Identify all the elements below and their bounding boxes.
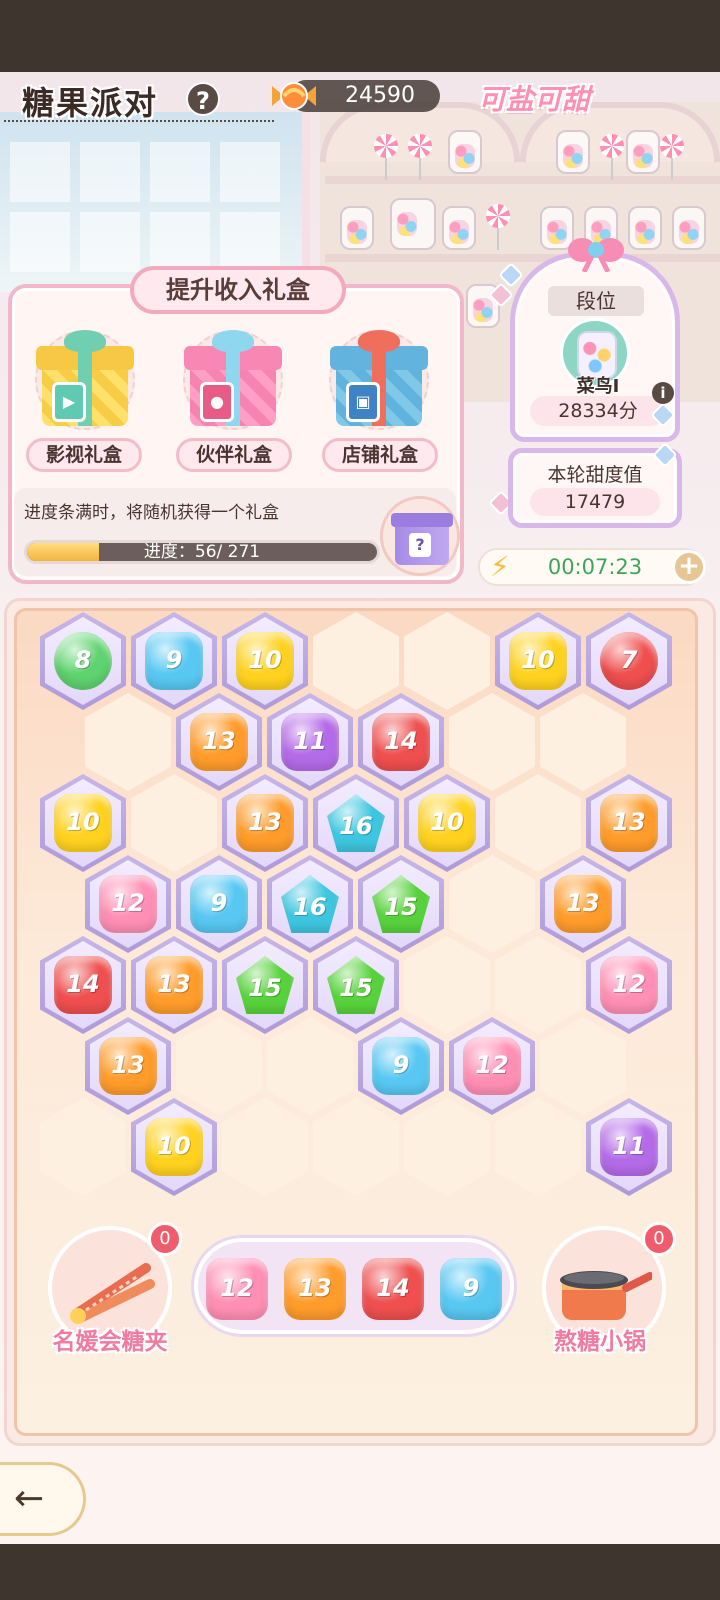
shop-window <box>0 112 310 292</box>
candy-tile[interactable]: 12 <box>463 1037 521 1095</box>
candy-tile[interactable]: 13 <box>99 1037 157 1095</box>
tray-candy[interactable]: 13 <box>284 1258 346 1320</box>
film-gift-box[interactable]: ▶ <box>30 330 140 442</box>
partner-gift-label: 伙伴礼盒 <box>176 438 292 472</box>
candy-currency-value: 24590 <box>345 83 415 108</box>
film-tag-icon: ▶ <box>52 382 86 422</box>
candy-tile[interactable]: 9 <box>145 632 203 690</box>
pot-count-badge: 0 <box>642 1222 676 1256</box>
pot-label: 熬糖小锅 <box>554 1329 646 1355</box>
candy-tile[interactable]: 8 <box>54 632 112 690</box>
progress-hint: 进度条满时，将随机获得一个礼盒 <box>24 503 279 523</box>
brand-logo: 可盐可甜 <box>478 83 591 116</box>
candy-tile[interactable]: 10 <box>54 794 112 852</box>
film-gift-label: 影视礼盒 <box>26 438 142 472</box>
rank-title: 段位 <box>548 286 644 316</box>
candy-tile[interactable]: 14 <box>372 713 430 771</box>
candy-tile[interactable]: 10 <box>145 1118 203 1176</box>
sweetness-label: 本轮甜度值 <box>547 464 643 486</box>
candy-tile[interactable]: 10 <box>236 632 294 690</box>
candy-tile[interactable]: 9 <box>372 1037 430 1095</box>
shop-gift-box[interactable]: ▣ <box>324 330 434 442</box>
lollipop-decoration <box>660 134 684 180</box>
rank-score: 28334分 <box>530 396 666 426</box>
candy-tile[interactable]: 11 <box>281 713 339 771</box>
lightning-icon: ⚡ <box>490 550 510 583</box>
tray-candy[interactable]: 14 <box>362 1258 424 1320</box>
candy-tile[interactable]: 14 <box>54 956 112 1014</box>
tray-candy[interactable]: 12 <box>206 1258 268 1320</box>
bottom-navigation-bar <box>0 1544 720 1600</box>
candy-jar <box>448 130 482 174</box>
candy-tile[interactable]: 10 <box>509 632 567 690</box>
candy-tile[interactable]: 13 <box>554 875 612 933</box>
question-mark-icon: ? <box>409 533 431 557</box>
candy-tile[interactable]: 11 <box>600 1118 658 1176</box>
progress-text: 进度：56/ 271 <box>143 542 261 562</box>
candy-jar <box>390 198 436 250</box>
title-divider <box>4 120 274 122</box>
mystery-gift-box[interactable]: ? <box>380 496 460 576</box>
candy-icon <box>272 82 316 110</box>
candy-tile[interactable]: 13 <box>236 794 294 852</box>
question-mark-icon[interactable]: ? <box>186 82 220 116</box>
lollipop-decoration <box>600 134 624 180</box>
person-tag-icon: ● <box>200 382 234 422</box>
candy-tile[interactable]: 12 <box>99 875 157 933</box>
back-button[interactable]: ← <box>0 1462 86 1536</box>
candy-jar <box>672 206 706 250</box>
candy-jar <box>628 206 662 250</box>
candy-tile[interactable]: 13 <box>145 956 203 1014</box>
lollipop-decoration <box>374 134 398 180</box>
top-status-bar <box>0 0 720 72</box>
bow-icon <box>568 238 624 272</box>
info-icon[interactable]: i <box>652 382 674 404</box>
candy-jar <box>442 206 476 250</box>
tongs-count-badge: 0 <box>148 1222 182 1256</box>
candy-tile[interactable]: 10 <box>418 794 476 852</box>
sweetness-value: 17479 <box>530 488 660 516</box>
lollipop-decoration <box>486 204 510 250</box>
candy-jar <box>626 130 660 174</box>
candy-tile[interactable]: 13 <box>190 713 248 771</box>
rank-name: 菜鸟Ⅰ <box>576 376 620 397</box>
candy-jar <box>340 206 374 250</box>
energy-timer: 00:07:23 <box>547 555 643 579</box>
pot-icon <box>560 1271 652 1320</box>
candy-jar <box>556 130 590 174</box>
candy-tile[interactable]: 9 <box>190 875 248 933</box>
back-arrow-icon: ← <box>14 1478 45 1519</box>
candy-tile[interactable]: 7 <box>600 632 658 690</box>
lollipop-decoration <box>408 134 432 180</box>
candy-tile[interactable]: 12 <box>600 956 658 1014</box>
tray-candy[interactable]: 9 <box>440 1258 502 1320</box>
page-title: 糖果派对 <box>22 84 159 122</box>
gift-panel-title: 提升收入礼盒 <box>130 266 346 314</box>
shop-tag-icon: ▣ <box>346 382 380 422</box>
shop-gift-label: 店铺礼盒 <box>322 438 438 472</box>
add-energy-button[interactable]: + <box>672 550 706 584</box>
partner-gift-box[interactable]: ● <box>178 330 288 442</box>
candy-tile[interactable]: 13 <box>600 794 658 852</box>
tongs-icon <box>70 1263 155 1324</box>
tongs-label: 名媛会糖夹 <box>52 1329 168 1355</box>
